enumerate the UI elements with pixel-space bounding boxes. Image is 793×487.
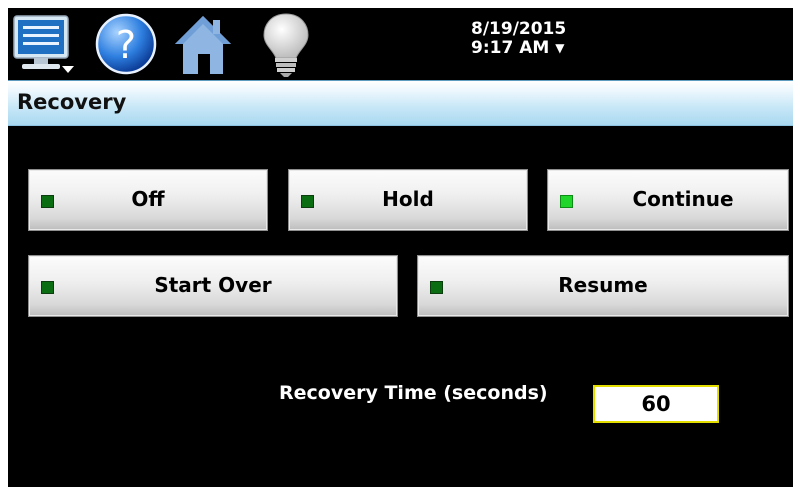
title-bar: Recovery (8, 80, 793, 126)
resume-button-label: Resume (558, 273, 648, 297)
monitor-menu-icon[interactable] (10, 10, 76, 78)
off-button[interactable]: Off (28, 169, 268, 231)
start-over-button[interactable]: Start Over (28, 255, 398, 317)
recovery-time-field[interactable]: 60 (593, 385, 719, 423)
page-title: Recovery (17, 90, 127, 114)
help-icon[interactable]: ? (94, 10, 158, 78)
continue-button-label: Continue (632, 187, 734, 211)
off-button-label: Off (131, 187, 165, 211)
start-over-button-label: Start Over (154, 273, 272, 297)
date-time-display[interactable]: 8/19/2015 9:17 AM ▼ (471, 20, 566, 58)
time-text: 9:17 AM (471, 38, 550, 58)
hmi-screen: ? 8/19/2015 9:17 AM ▼ Recovery Off Hold … (8, 8, 793, 487)
svg-text:?: ? (116, 23, 136, 67)
hold-button[interactable]: Hold (288, 169, 528, 231)
recovery-time-label: Recovery Time (seconds) (279, 382, 548, 404)
top-toolbar: ? 8/19/2015 9:17 AM ▼ (8, 8, 793, 80)
resume-button[interactable]: Resume (417, 255, 789, 317)
date-text: 8/19/2015 (471, 19, 567, 39)
lightbulb-icon[interactable] (256, 10, 316, 78)
continue-status-led (560, 195, 573, 208)
dropdown-arrow-icon[interactable]: ▼ (555, 41, 564, 55)
continue-button[interactable]: Continue (547, 169, 789, 231)
hold-button-label: Hold (382, 187, 434, 211)
home-icon[interactable] (171, 10, 235, 78)
